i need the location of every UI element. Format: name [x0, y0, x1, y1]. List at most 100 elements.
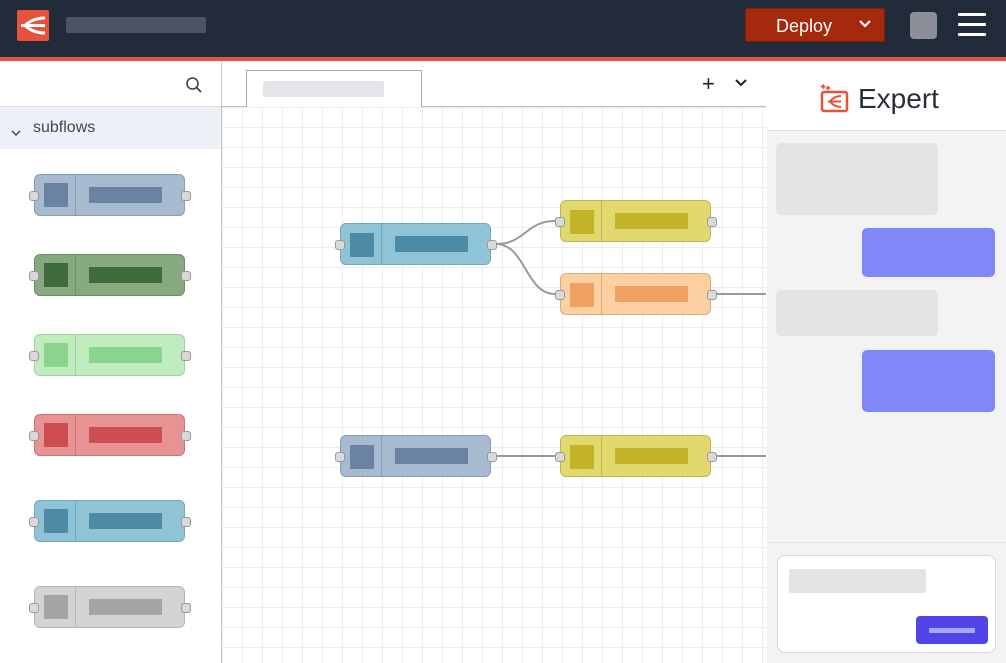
node-icon — [44, 343, 68, 367]
node-separator — [75, 255, 76, 295]
node-port[interactable] — [29, 431, 39, 441]
node-output-port[interactable] — [707, 452, 717, 462]
user-message — [862, 350, 995, 412]
node-output-port[interactable] — [707, 290, 717, 300]
node-separator — [75, 587, 76, 627]
hamburger-menu-icon[interactable] — [958, 12, 986, 38]
palette-node[interactable] — [29, 174, 191, 216]
palette-search[interactable] — [0, 61, 221, 107]
node-port[interactable] — [181, 271, 191, 281]
app-title-placeholder — [66, 17, 206, 33]
node-separator — [601, 201, 602, 241]
assistant-message — [776, 143, 938, 215]
deploy-label: Deploy — [776, 16, 833, 36]
node-port[interactable] — [181, 603, 191, 613]
node-icon — [570, 445, 594, 469]
tab-label-placeholder — [263, 81, 384, 97]
category-label: subflows — [33, 119, 96, 136]
palette-category-subflows[interactable]: subflows — [0, 107, 221, 149]
flow-node[interactable] — [555, 200, 717, 242]
node-port[interactable] — [181, 517, 191, 527]
expert-panel: Expert — [767, 61, 1006, 663]
node-port[interactable] — [29, 351, 39, 361]
node-red-logo-icon[interactable] — [17, 10, 49, 41]
palette-node[interactable] — [29, 500, 191, 542]
chevron-down-icon[interactable] — [734, 76, 748, 94]
node-separator — [75, 415, 76, 455]
node-port[interactable] — [29, 191, 39, 201]
node-label-placeholder — [89, 347, 162, 363]
palette-node[interactable] — [29, 334, 191, 376]
flow-node[interactable] — [335, 435, 497, 477]
node-label-placeholder — [89, 599, 162, 615]
wire[interactable] — [495, 243, 556, 295]
flow-node[interactable] — [335, 223, 497, 265]
node-icon — [44, 509, 68, 533]
palette-node[interactable] — [29, 586, 191, 628]
wire[interactable] — [495, 220, 556, 245]
node-output-port[interactable] — [487, 452, 497, 462]
node-label-placeholder — [615, 213, 688, 229]
header-bar: Deploy — [0, 0, 1006, 57]
node-icon — [44, 423, 68, 447]
node-port[interactable] — [181, 351, 191, 361]
node-icon — [44, 183, 68, 207]
node-input-port[interactable] — [335, 452, 345, 462]
node-separator — [75, 175, 76, 215]
node-port[interactable] — [29, 517, 39, 527]
node-port[interactable] — [181, 431, 191, 441]
node-label-placeholder — [615, 286, 688, 302]
node-label-placeholder — [89, 187, 162, 203]
add-tab-button[interactable]: + — [702, 73, 715, 95]
chevron-down-icon[interactable] — [858, 17, 872, 36]
chevron-down-icon[interactable] — [11, 124, 21, 142]
node-icon — [570, 210, 594, 234]
node-label-placeholder — [89, 267, 162, 283]
node-separator — [381, 436, 382, 476]
node-port[interactable] — [29, 271, 39, 281]
node-label-placeholder — [395, 236, 468, 252]
assistant-message — [776, 290, 938, 336]
node-label-placeholder — [615, 448, 688, 464]
chat-input[interactable] — [777, 555, 996, 653]
node-input-port[interactable] — [555, 452, 565, 462]
node-icon — [350, 445, 374, 469]
workspace-tab-bar: + — [222, 61, 766, 108]
node-separator — [601, 436, 602, 476]
send-button[interactable] — [916, 616, 988, 644]
node-icon — [350, 233, 374, 257]
expert-title: Expert — [858, 83, 939, 114]
node-label-placeholder — [89, 513, 162, 529]
expert-sparkle-icon — [819, 83, 849, 118]
flow-node[interactable] — [555, 435, 717, 477]
palette-node[interactable] — [29, 414, 191, 456]
wires-layer — [495, 220, 766, 457]
node-input-port[interactable] — [555, 217, 565, 227]
deploy-button[interactable]: Deploy — [745, 8, 885, 42]
user-message — [862, 228, 995, 277]
palette-node[interactable] — [29, 254, 191, 296]
node-icon — [44, 595, 68, 619]
flow-canvas[interactable] — [222, 107, 766, 663]
search-icon[interactable] — [185, 76, 203, 99]
node-input-port[interactable] — [555, 290, 565, 300]
expert-header: Expert — [767, 61, 1006, 131]
node-port[interactable] — [29, 603, 39, 613]
node-separator — [75, 501, 76, 541]
tab-flow[interactable] — [246, 70, 422, 108]
node-label-placeholder — [395, 448, 468, 464]
node-output-port[interactable] — [487, 240, 497, 250]
node-label-placeholder — [89, 427, 162, 443]
workspace: + — [222, 61, 766, 663]
node-separator — [381, 224, 382, 264]
node-output-port[interactable] — [707, 217, 717, 227]
node-icon — [44, 263, 68, 287]
node-separator — [75, 335, 76, 375]
chat-composer — [767, 542, 1006, 663]
chat-input-placeholder — [789, 569, 926, 593]
node-port[interactable] — [181, 191, 191, 201]
node-palette: subflows — [0, 61, 222, 663]
user-avatar-icon[interactable] — [910, 12, 937, 39]
node-input-port[interactable] — [335, 240, 345, 250]
flow-node[interactable] — [555, 273, 717, 315]
